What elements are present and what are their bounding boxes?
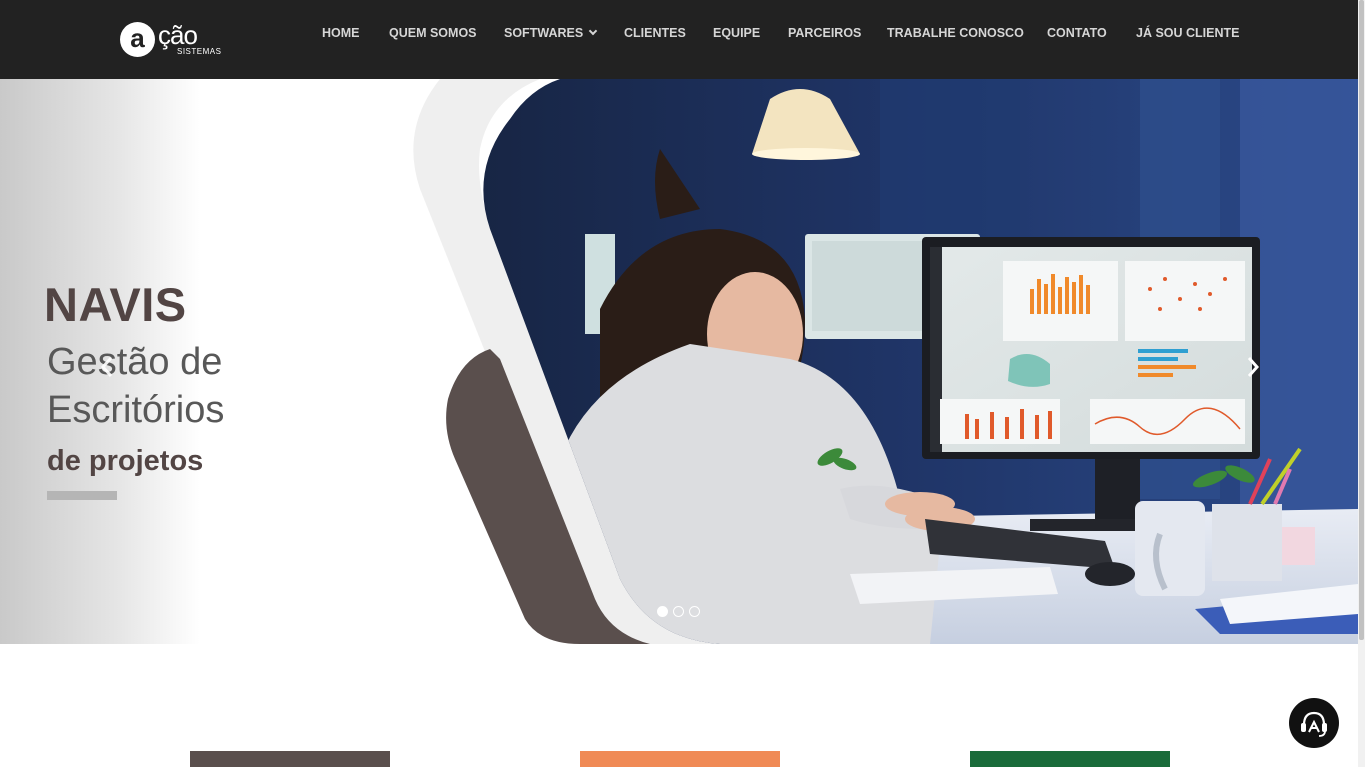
feature-card-3[interactable] — [970, 751, 1170, 767]
brand-logo[interactable]: a ção SISTEMAS — [120, 20, 230, 58]
hero-subtitle-line-1: Gestão de — [47, 341, 223, 383]
headset-support-icon — [1301, 711, 1327, 737]
chevron-left-icon[interactable] — [96, 355, 120, 379]
chevron-down-icon — [588, 26, 598, 36]
hero-title: NAVIS — [44, 278, 187, 331]
page: a ção SISTEMAS HOME QUEM SOMOS SOFTWARES… — [0, 0, 1365, 767]
nav-contato[interactable]: CONTATO — [1047, 26, 1107, 40]
hero-subtitle-line-2: Escritórios — [47, 389, 225, 431]
page-scrollbar[interactable] — [1358, 0, 1365, 767]
site-header: a ção SISTEMAS HOME QUEM SOMOS SOFTWARES… — [0, 0, 1358, 79]
hero-accent-bar — [47, 491, 117, 500]
chat-support-button[interactable] — [1289, 698, 1339, 748]
slider-dot-1[interactable] — [657, 606, 668, 617]
feature-card-2[interactable] — [580, 751, 780, 767]
feature-card-1[interactable] — [190, 751, 390, 767]
nav-ja-sou-cliente[interactable]: JÁ SOU CLIENTE — [1136, 26, 1240, 40]
hero-slider: NAVIS Gestão de Escritórios de projetos — [0, 79, 1358, 644]
nav-parceiros[interactable]: PARCEIROS — [788, 26, 861, 40]
nav-clientes[interactable]: CLIENTES — [624, 26, 686, 40]
nav-home[interactable]: HOME — [322, 26, 360, 40]
nav-quem-somos[interactable]: QUEM SOMOS — [389, 26, 477, 40]
logo-mark: a — [120, 22, 155, 57]
nav-softwares[interactable]: SOFTWARES — [504, 26, 598, 40]
hero-subtitle-line-3: de projetos — [47, 445, 204, 477]
slider-dot-2[interactable] — [673, 606, 684, 617]
chevron-right-icon[interactable] — [1240, 355, 1264, 379]
scrollbar-thumb[interactable] — [1359, 0, 1364, 640]
nav-equipe[interactable]: EQUIPE — [713, 26, 760, 40]
nav-softwares-label: SOFTWARES — [504, 26, 584, 40]
logo-subtitle: SISTEMAS — [177, 47, 222, 56]
nav-trabalhe-conosco[interactable]: TRABALHE CONOSCO — [887, 26, 1024, 40]
slider-dot-3[interactable] — [689, 606, 700, 617]
